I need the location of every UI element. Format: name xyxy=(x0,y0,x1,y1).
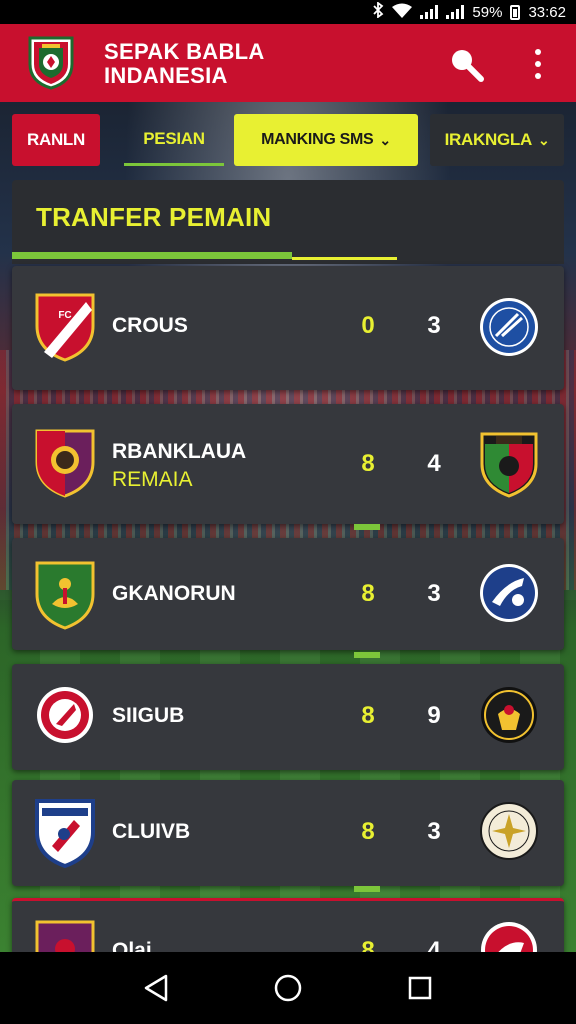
signal-icon-2 xyxy=(446,5,465,19)
tab-ranln[interactable]: RANLN xyxy=(12,114,100,166)
app-title: SEPAK BABLA INDANESIA xyxy=(104,40,265,88)
search-button[interactable] xyxy=(446,44,486,84)
tab-pesian-label: PESIAN xyxy=(143,128,205,148)
tab-manking-sms[interactable]: MANKING SMS ⌄ xyxy=(234,114,418,166)
row-indicator xyxy=(354,524,380,530)
app-logo-icon xyxy=(26,34,76,90)
section-progress-bar xyxy=(12,252,292,259)
match-row-5[interactable]: CLUIVB 8 3 xyxy=(12,780,564,886)
opponent-crest-icon xyxy=(478,684,540,746)
home-circle-icon[interactable] xyxy=(268,968,308,1008)
signal-icon xyxy=(420,5,439,19)
score-away: 3 xyxy=(427,580,441,607)
team-name: CLUIVB xyxy=(112,820,191,843)
app-title-line1: SEPAK BABLA xyxy=(104,39,265,64)
battery-icon xyxy=(510,4,521,20)
match-row-3[interactable]: GKANORUN 8 3 xyxy=(12,538,564,650)
search-icon xyxy=(452,50,484,82)
team-name: RBANKLAUA xyxy=(112,440,247,463)
tab-irakngla[interactable]: IRAKNGLA ⌄ xyxy=(430,114,564,166)
team-name: GKANORUN xyxy=(112,582,236,605)
score-away: 3 xyxy=(427,818,441,845)
team-name: CROUS xyxy=(112,314,188,337)
row-indicator xyxy=(354,886,380,892)
tab-manking-sms-label: MANKING SMS xyxy=(261,131,374,148)
chevron-down-icon: ⌄ xyxy=(537,131,550,148)
match-row-1[interactable]: FC CROUS 0 3 xyxy=(12,266,564,390)
tab-irakngla-label: IRAKNGLA xyxy=(444,130,533,149)
score-home: 8 xyxy=(361,702,375,729)
score-away: 3 xyxy=(427,312,441,339)
opponent-crest-icon xyxy=(478,562,540,624)
row-indicator xyxy=(354,652,380,658)
tab-ranln-label: RANLN xyxy=(27,130,85,149)
app-title-line2: INDANESIA xyxy=(104,63,228,88)
system-nav-bar xyxy=(0,952,576,1024)
svg-text:FC: FC xyxy=(58,310,71,321)
team-crest-icon xyxy=(34,684,100,754)
team-subtitle: REMAIA xyxy=(112,468,193,491)
score-home: 8 xyxy=(361,580,375,607)
team-crest-icon xyxy=(34,560,100,630)
score-home: 0 xyxy=(361,312,375,339)
app-bar: SEPAK BABLA INDANESIA xyxy=(0,24,576,102)
team-name: SIIGUB xyxy=(112,704,185,727)
score-home: 8 xyxy=(361,818,375,845)
more-vert-icon[interactable] xyxy=(526,46,550,82)
section-title: TRANFER PEMAIN xyxy=(36,202,272,232)
chevron-down-icon: ⌄ xyxy=(379,131,391,148)
section-header: TRANFER PEMAIN xyxy=(12,180,564,264)
clock: 33:62 xyxy=(528,3,566,21)
section-progress-line xyxy=(292,257,397,260)
score-away: 4 xyxy=(427,450,441,477)
recents-square-icon[interactable] xyxy=(400,968,440,1008)
wifi-icon xyxy=(392,3,413,22)
tab-pesian[interactable]: PESIAN xyxy=(124,114,224,166)
battery-percent: 59% xyxy=(472,3,503,21)
score-home: 8 xyxy=(361,450,375,477)
opponent-crest-icon xyxy=(478,430,540,500)
match-row-4[interactable]: SIIGUB 8 9 xyxy=(12,664,564,770)
back-triangle-icon[interactable] xyxy=(136,968,176,1008)
team-crest-icon: FC xyxy=(34,292,100,362)
team-crest-icon xyxy=(34,798,100,869)
opponent-crest-icon xyxy=(478,800,540,862)
bluetooth-icon xyxy=(372,1,384,22)
opponent-crest-icon xyxy=(478,296,540,358)
match-row-2[interactable]: RBANKLAUA REMAIA 8 4 xyxy=(12,404,564,524)
team-crest-icon xyxy=(34,428,100,498)
status-bar: 59% 33:62 xyxy=(0,0,576,24)
score-away: 9 xyxy=(427,702,441,729)
